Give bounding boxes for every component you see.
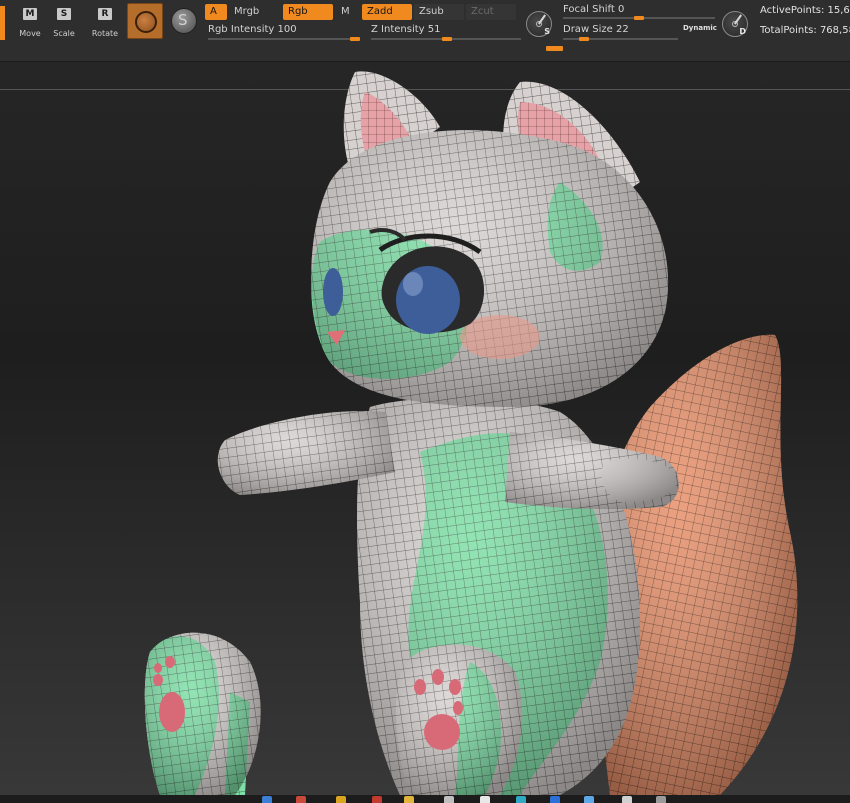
scale-label: Scale bbox=[53, 29, 75, 38]
left-leg bbox=[144, 632, 261, 795]
paw-pad-left bbox=[159, 692, 185, 732]
draw-mode-button[interactable] bbox=[0, 6, 5, 40]
taskbar-app-icon[interactable] bbox=[516, 796, 526, 803]
head bbox=[311, 71, 669, 407]
rotate-label: Rotate bbox=[91, 29, 119, 38]
scale-key-icon: S bbox=[57, 8, 71, 20]
z-intensity-knob[interactable] bbox=[442, 37, 453, 41]
taskbar-app-icon[interactable] bbox=[444, 796, 454, 803]
zadd-toggle[interactable]: Zadd bbox=[362, 4, 412, 20]
taskbar-app-icon[interactable] bbox=[296, 796, 306, 803]
stroke-selector-button[interactable]: S bbox=[171, 8, 197, 34]
focal-shift-knob[interactable] bbox=[634, 16, 644, 20]
lazy-mouse-button[interactable]: S bbox=[526, 11, 552, 37]
taskbar-app-icon[interactable] bbox=[584, 796, 594, 803]
paw-pad-right bbox=[424, 714, 460, 750]
active-points: ActivePoints: 15,614 bbox=[760, 5, 850, 16]
os-taskbar bbox=[0, 795, 850, 803]
rgb-intensity-label: Rgb Intensity 100 bbox=[208, 24, 297, 35]
move-label: Move bbox=[19, 29, 41, 38]
eye-left bbox=[323, 268, 343, 316]
z-intensity-label: Z Intensity 51 bbox=[371, 24, 441, 35]
m-toggle[interactable]: M bbox=[336, 4, 356, 20]
taskbar-app-icon[interactable] bbox=[372, 796, 382, 803]
character-model bbox=[144, 71, 798, 795]
dynamic-brush-letter: D bbox=[739, 27, 746, 36]
lazy-mouse-indicator bbox=[546, 46, 563, 51]
a-toggle[interactable]: A bbox=[205, 4, 227, 20]
draw-size-knob[interactable] bbox=[578, 37, 589, 41]
brush-selector-button[interactable] bbox=[127, 3, 163, 39]
taskbar-app-icon[interactable] bbox=[480, 796, 490, 803]
move-key-icon: M bbox=[23, 8, 37, 20]
zcut-toggle[interactable]: Zcut bbox=[466, 4, 516, 20]
move-button[interactable]: M Move bbox=[13, 6, 47, 40]
canvas-viewport[interactable] bbox=[0, 62, 850, 795]
focal-shift-label: Focal Shift 0 bbox=[563, 4, 625, 15]
mrgb-toggle[interactable]: Mrgb bbox=[229, 4, 279, 20]
rgb-intensity-slider[interactable] bbox=[208, 38, 360, 40]
scale-button[interactable]: S Scale bbox=[47, 6, 81, 40]
lazy-mouse-letter: S bbox=[544, 27, 550, 36]
stroke-icon: S bbox=[178, 11, 188, 29]
taskbar-app-icon[interactable] bbox=[622, 796, 632, 803]
taskbar-app-icon[interactable] bbox=[656, 796, 666, 803]
taskbar-app-icon[interactable] bbox=[550, 796, 560, 803]
draw-size-label: Draw Size 22 bbox=[563, 24, 629, 35]
standard-brush-icon bbox=[135, 11, 157, 33]
dynamic-toggle[interactable]: Dynamic bbox=[683, 24, 717, 32]
right-leg bbox=[395, 644, 523, 795]
rgb-toggle[interactable]: Rgb bbox=[283, 4, 333, 20]
rotate-button[interactable]: R Rotate bbox=[88, 6, 122, 40]
zsub-toggle[interactable]: Zsub bbox=[414, 4, 464, 20]
taskbar-app-icon[interactable] bbox=[404, 796, 414, 803]
top-shelf: M Move S Scale R Rotate S A Mrgb Rgb M Z… bbox=[0, 0, 850, 62]
dynamic-brush-button[interactable]: D bbox=[722, 11, 748, 37]
taskbar-app-icon[interactable] bbox=[336, 796, 346, 803]
taskbar-app-icon[interactable] bbox=[262, 796, 272, 803]
total-points: TotalPoints: 768,588 bbox=[760, 25, 850, 36]
rotate-key-icon: R bbox=[98, 8, 112, 20]
rgb-intensity-knob[interactable] bbox=[350, 37, 360, 41]
